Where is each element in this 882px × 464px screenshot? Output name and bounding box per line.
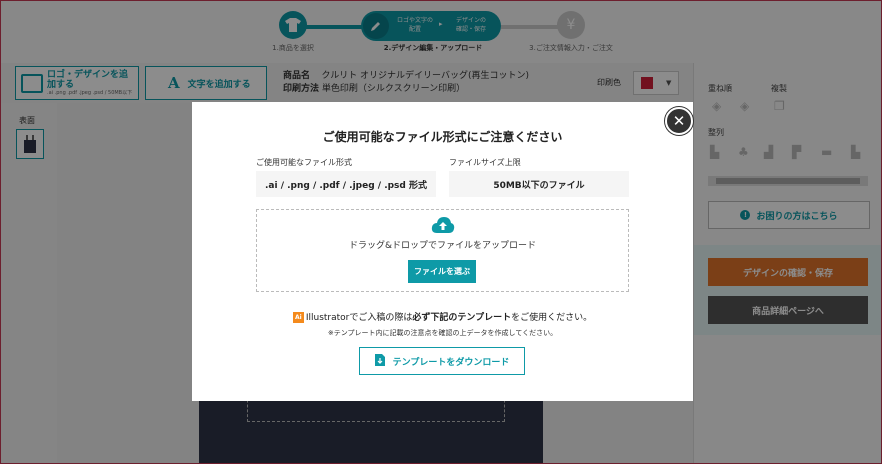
ai-notice-post: をご使用ください。 xyxy=(511,313,593,323)
file-format-modal: ✕ ご使用可能なファイル形式にご注意ください ご使用可能なファイル形式 .ai … xyxy=(192,102,693,401)
formats-value: .ai / .png / .pdf / .jpeg / .psd 形式 xyxy=(256,171,436,197)
formats-label: ご使用可能なファイル形式 xyxy=(256,158,352,167)
illustrator-icon: Ai xyxy=(292,312,304,323)
download-template-label: テンプレートをダウンロード xyxy=(392,357,510,368)
ai-notice-bold: 必ず下記のテンプレート xyxy=(412,313,512,323)
choose-file-button[interactable]: ファイルを選ぶ xyxy=(408,260,476,283)
ai-notice-pre: Illustratorでご入稿の際は xyxy=(305,313,413,323)
download-file-icon xyxy=(374,353,385,369)
modal-title: ご使用可能なファイル形式にご注意ください xyxy=(322,130,563,144)
upload-dropzone[interactable]: ドラッグ&ドロップでファイルをアップロード ファイルを選ぶ xyxy=(256,209,629,292)
template-note: ※テンプレート内に記載の注意点を確認の上データを作成してください。 xyxy=(327,329,558,337)
size-label: ファイルサイズ上限 xyxy=(449,158,521,167)
cloud-upload-icon xyxy=(431,216,455,238)
app-frame: 1.商品を選択 ロゴや文字の 配置 ▸ デザインの 確認・保存 2.デザイン編集… xyxy=(0,0,882,464)
download-template-button[interactable]: テンプレートをダウンロード xyxy=(359,347,525,375)
dropzone-text: ドラッグ&ドロップでファイルをアップロード xyxy=(348,241,537,251)
size-value: 50MB以下のファイル xyxy=(449,171,629,197)
